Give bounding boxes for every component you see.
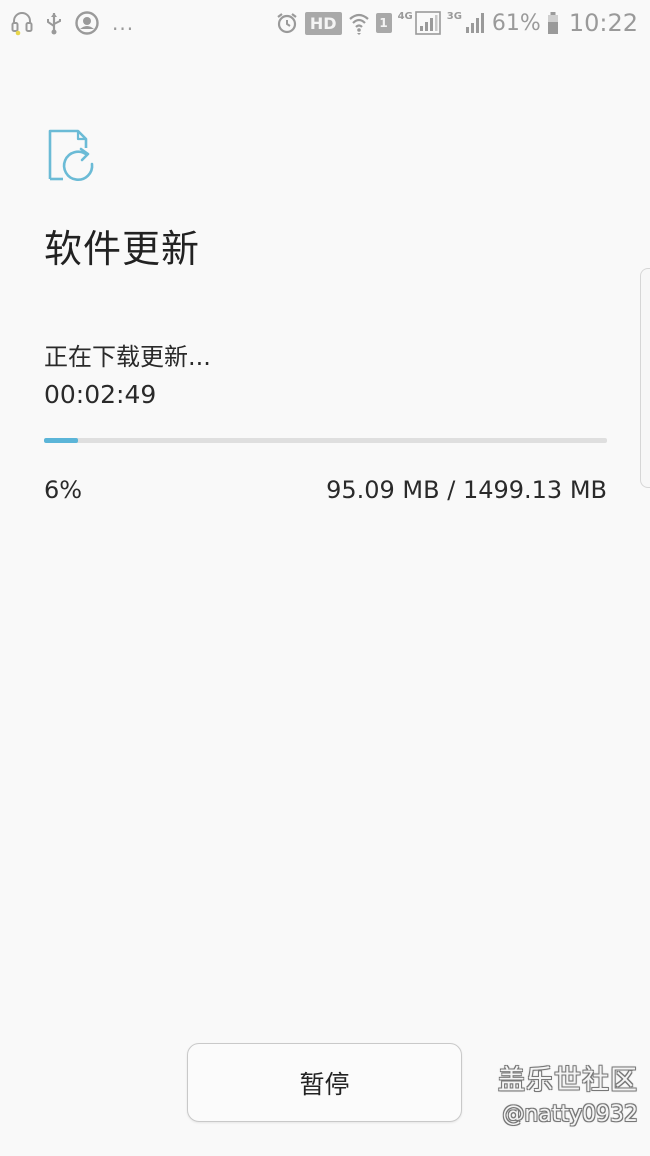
- watermark-community-name: 盖乐世社区: [498, 1065, 638, 1096]
- headset-icon: [10, 10, 34, 36]
- status-bar: ... HD 1 4G 3G 61% 10:22: [0, 0, 650, 46]
- edge-panel-handle[interactable]: [640, 268, 650, 488]
- pause-button[interactable]: 暂停: [187, 1043, 462, 1122]
- usb-icon: [44, 11, 64, 35]
- signal-strength-icon: [464, 11, 486, 35]
- hd-voice-badge: HD: [304, 11, 342, 35]
- watermark: 盖乐世社区 @natty0932: [498, 1064, 638, 1132]
- download-status-text: 正在下载更新...: [44, 343, 211, 371]
- elapsed-time: 00:02:49: [44, 380, 157, 409]
- sim-slot-badge: 1: [375, 13, 392, 33]
- download-percent: 6%: [44, 476, 83, 504]
- download-progress-bar: [44, 438, 607, 443]
- page-title: 软件更新: [44, 227, 201, 271]
- status-bar-left: ...: [10, 0, 134, 46]
- signal-strength-icon: [414, 11, 441, 35]
- watermark-username: @natty0932: [502, 1102, 638, 1127]
- clock: 10:22: [568, 9, 638, 37]
- battery-percentage: 61%: [491, 10, 541, 36]
- chat-bubble-icon: [74, 10, 100, 36]
- network-type-3g: 3G: [446, 11, 462, 22]
- software-update-icon: [46, 128, 100, 186]
- alarm-icon: [275, 11, 299, 35]
- battery-icon: [547, 11, 559, 35]
- download-progress-fill: [44, 438, 78, 443]
- status-bar-right: HD 1 4G 3G 61% 10:22: [275, 0, 638, 46]
- more-notifications-indicator: ...: [112, 11, 135, 35]
- network-type-4g: 4G: [397, 11, 413, 22]
- download-size: 95.09 MB / 1499.13 MB: [326, 476, 607, 504]
- wifi-icon: [348, 11, 370, 35]
